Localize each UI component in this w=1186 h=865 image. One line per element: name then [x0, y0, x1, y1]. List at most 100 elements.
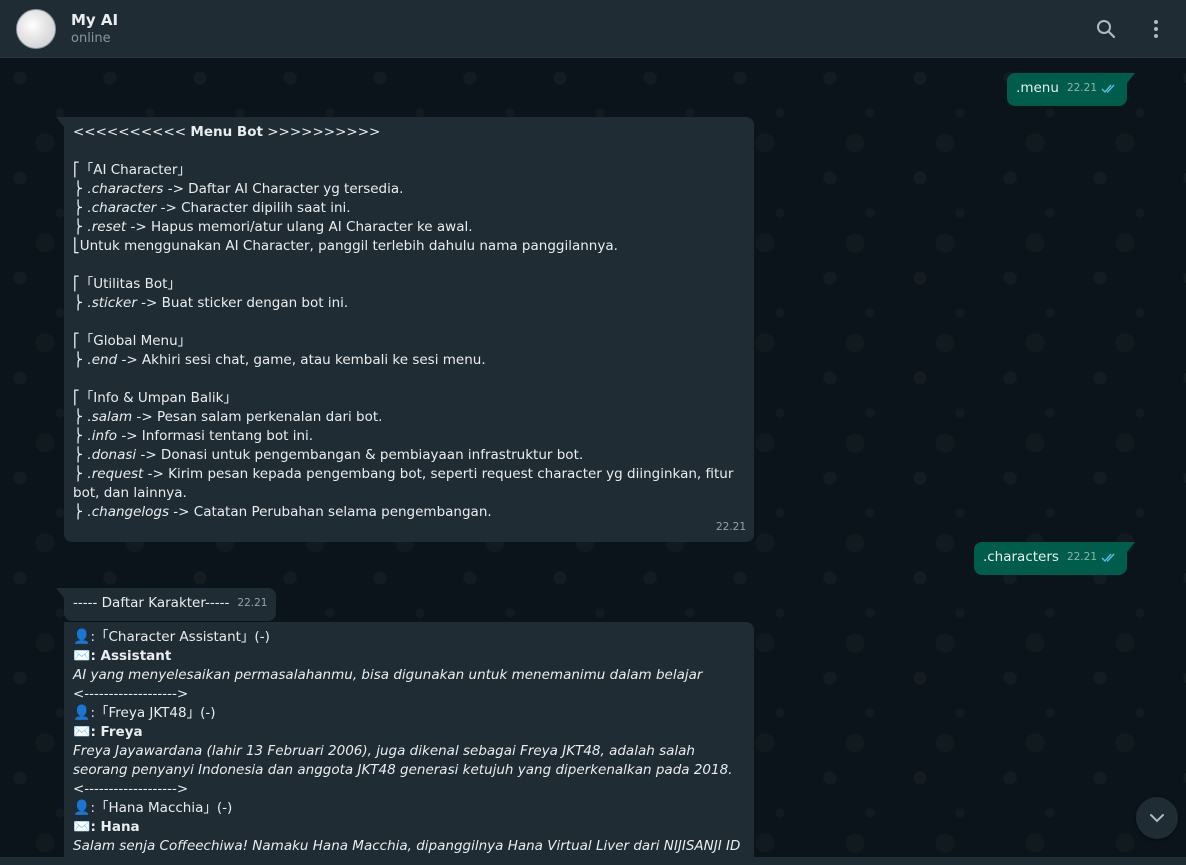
character-name: :「Character Assistant」(-) [90, 629, 270, 645]
message-meta: 22.21 [716, 518, 746, 537]
menu-command-item: ⎬ .end -> Akhiri sesi chat, game, atau k… [73, 351, 745, 370]
search-icon[interactable] [1092, 15, 1120, 43]
menu-section-footer: ⎣Untuk menggunakan AI Character, panggil… [73, 238, 618, 254]
chat-header: My AI online [0, 0, 1186, 58]
character-nick-line: ✉️: Hana [73, 818, 745, 837]
message-meta: 22.21 [1067, 79, 1117, 98]
menu-sections: ⎡「AI Character」 ⎬ .characters -> Daftar A… [73, 142, 745, 522]
menu-command[interactable]: .character [87, 200, 156, 216]
menu-item-prefix: ⎬ [73, 466, 88, 482]
character-nick-line: ✉️: Assistant [73, 647, 745, 666]
menu-command[interactable]: .reset [87, 219, 126, 235]
character-description: AI yang menyelesaikan permasalahanmu, bi… [73, 667, 703, 683]
menu-item-prefix: ⎬ [73, 409, 88, 425]
message-meta: 22.21 [237, 594, 267, 613]
menu-item-prefix: ⎬ [73, 200, 88, 216]
person-icon: 👤 [73, 800, 91, 816]
read-ticks-icon [1101, 84, 1115, 94]
message-text: ----- Daftar Karakter----- [73, 595, 230, 611]
menu-command[interactable]: .request [87, 466, 143, 482]
message-outgoing[interactable]: .menu 22.21 [1007, 73, 1135, 106]
character-description: Freya Jayawardana (lahir 13 Februari 200… [73, 743, 733, 778]
read-ticks-icon [1101, 553, 1115, 563]
message-time: 22.21 [1066, 82, 1097, 94]
menu-dots-icon[interactable] [1142, 15, 1170, 43]
person-icon: 👤 [73, 705, 91, 721]
menu-section-header: ⎡「Info & Umpan Balik」 [73, 390, 237, 406]
menu-command[interactable]: .characters [87, 181, 163, 197]
character-name-line: 👤:「Character Assistant」(-) [73, 628, 745, 647]
menu-item-prefix: ⎬ [73, 181, 88, 197]
menu-command[interactable]: .end [87, 352, 117, 368]
menu-command-desc: -> Hapus memori/atur ulang AI Character … [126, 219, 473, 235]
menu-title-suffix: >>>>>>>>>> [262, 124, 381, 140]
character-separator: <-------------------> [73, 781, 189, 797]
menu-item-prefix: ⎬ [73, 219, 88, 235]
menu-command-desc: -> Character dipilih saat ini. [156, 200, 351, 216]
message-incoming[interactable]: ----- Daftar Karakter----- 22.21 [55, 588, 277, 621]
header-actions [1092, 15, 1170, 43]
message-incoming-menu[interactable]: <<<<<<<<<< Menu Bot >>>>>>>>>> ⎡「AI Char… [56, 117, 754, 542]
menu-command-desc: -> Donasi untuk pengembangan & pembiayaa… [136, 447, 584, 463]
contact-avatar[interactable] [16, 8, 56, 49]
message-outgoing[interactable]: .characters 22.21 [973, 542, 1136, 575]
menu-command-desc: -> Daftar AI Character yg tersedia. [163, 181, 404, 197]
menu-item-prefix: ⎬ [73, 504, 88, 520]
menu-command-item: ⎬ .sticker -> Buat sticker dengan bot in… [73, 294, 745, 313]
character-name-line: 👤:「Hana Macchia」(-) [73, 799, 745, 818]
menu-item-prefix: ⎬ [73, 428, 88, 444]
character-nick: : Assistant [90, 648, 172, 664]
menu-command-item: ⎬ .changelogs -> Catatan Perubahan selam… [73, 503, 745, 522]
menu-command[interactable]: .donasi [87, 447, 136, 463]
menu-section-header: ⎡「Utilitas Bot」 [73, 276, 181, 292]
menu-command-desc: -> Akhiri sesi chat, game, atau kembali … [117, 352, 486, 368]
envelope-icon: ✉️ [73, 724, 91, 740]
character-name-line: 👤:「Freya JKT48」(-) [73, 704, 745, 723]
contact-status: online [71, 30, 111, 46]
character-description: Salam senja Coffeechiwa! Namaku Hana Mac… [73, 838, 741, 854]
menu-command-item: ⎬ .reset -> Hapus memori/atur ulang AI C… [73, 218, 745, 237]
menu-command[interactable]: .changelogs [87, 504, 169, 520]
character-name: :「Freya JKT48」(-) [90, 705, 216, 721]
menu-command[interactable]: .sticker [87, 295, 136, 311]
menu-section-header: ⎡「AI Character」 [73, 162, 191, 178]
menu-title: Menu Bot [190, 124, 263, 140]
menu-command-desc: -> Informasi tentang bot ini. [117, 428, 314, 444]
message-list[interactable]: .menu 22.21 <<<<<<<<<< Menu Bot >>>>>>>>… [0, 58, 1186, 865]
character-name: :「Hana Macchia」(-) [90, 800, 233, 816]
bottom-bar [0, 857, 1186, 865]
menu-command-desc: -> Buat sticker dengan bot ini. [136, 295, 349, 311]
menu-item-prefix: ⎬ [73, 352, 88, 368]
menu-section-header: ⎡「Global Menu」 [73, 333, 192, 349]
menu-title-line: <<<<<<<<<< Menu Bot >>>>>>>>>> [73, 123, 745, 142]
person-icon: 👤 [73, 629, 91, 645]
message-time: 22.21 [1066, 551, 1097, 563]
scroll-down-button[interactable] [1136, 797, 1178, 839]
menu-command-desc: -> Catatan Perubahan selama pengembangan… [169, 504, 492, 520]
menu-command-item: ⎬ .characters -> Daftar AI Character yg … [73, 180, 745, 199]
envelope-icon: ✉️ [73, 819, 91, 835]
menu-command[interactable]: .info [87, 428, 117, 444]
menu-command-desc: -> Kirim pesan kepada pengembang bot, se… [73, 466, 738, 501]
menu-command-desc: -> Pesan salam perkenalan dari bot. [132, 409, 383, 425]
envelope-icon: ✉️ [73, 648, 91, 664]
menu-command-item: ⎬ .character -> Character dipilih saat i… [73, 199, 745, 218]
message-meta: 22.21 [1067, 548, 1117, 567]
menu-command-item: ⎬ .donasi -> Donasi untuk pengembangan &… [73, 446, 745, 465]
character-nick-line: ✉️: Freya [73, 723, 745, 742]
menu-title-prefix: <<<<<<<<<< [73, 124, 191, 140]
message-time: 22.21 [237, 597, 268, 609]
chevron-down-icon [1150, 814, 1164, 823]
menu-command-item: ⎬ .info -> Informasi tentang bot ini. [73, 427, 745, 446]
contact-info[interactable]: My AI online [71, 10, 118, 48]
menu-command-item: ⎬ .salam -> Pesan salam perkenalan dari … [73, 408, 745, 427]
message-incoming-characters[interactable]: 👤:「Character Assistant」(-) ✉️: Assistant A… [64, 622, 754, 865]
menu-command[interactable]: .salam [87, 409, 132, 425]
message-text: .characters [982, 549, 1059, 565]
menu-item-prefix: ⎬ [73, 295, 88, 311]
character-nick: : Hana [90, 819, 140, 835]
